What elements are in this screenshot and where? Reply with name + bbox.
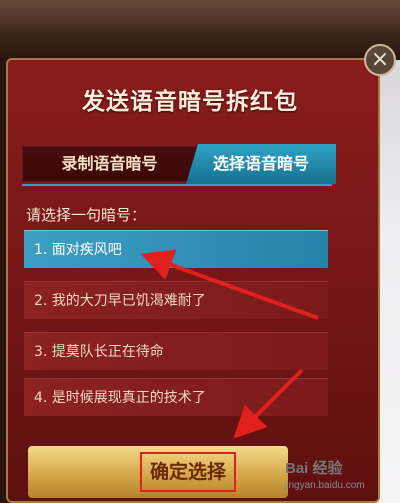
annotation-arrows	[140, 249, 319, 439]
arrow-to-option-1	[140, 249, 319, 320]
arrow-to-confirm	[233, 368, 304, 439]
watermark-url: jingyan.baidu.com	[284, 480, 365, 491]
watermark-logo: Bai 经验	[285, 460, 343, 477]
